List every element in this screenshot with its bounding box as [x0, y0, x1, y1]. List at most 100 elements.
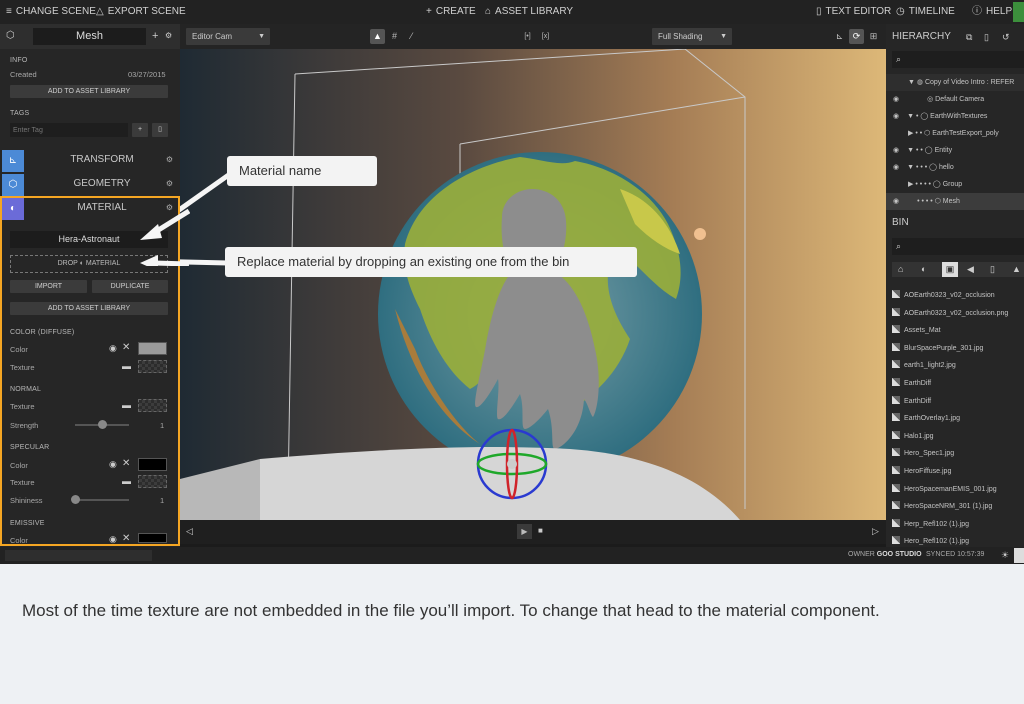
duplicate-icon[interactable]: ⧉	[966, 32, 972, 43]
bin-item[interactable]: Halo1.jpg	[892, 428, 1024, 445]
bin-item[interactable]: AOEarth0323_v02_occlusion.png	[892, 305, 1024, 322]
shininess-value[interactable]: 1	[160, 496, 164, 505]
brush-icon[interactable]: ⁄	[404, 29, 419, 44]
hierarchy-item[interactable]: ◉ ◎ Default Camera	[886, 91, 1024, 108]
sound-filter-icon[interactable]: ◀	[967, 264, 974, 275]
theme-toggle[interactable]	[1014, 548, 1024, 563]
material-filter-icon[interactable]: ◐	[921, 264, 926, 274]
bin-item[interactable]: BlurSpacePurple_301.jpg	[892, 340, 1024, 357]
material-add-to-asset-library-button[interactable]: ADD TO ASSET LIBRARY	[10, 302, 168, 315]
strength-slider-handle[interactable]	[98, 420, 107, 429]
bin-item[interactable]: Herp_Refl102 (1).jpg	[892, 516, 1024, 533]
import-button[interactable]: IMPORT	[10, 280, 87, 293]
script-icon: ▯	[816, 6, 822, 17]
collapse-right-icon[interactable]: ▷	[872, 526, 879, 537]
grid-icon[interactable]: #	[387, 29, 402, 44]
timeline-menu[interactable]: ◷ TIMELINE	[896, 0, 955, 24]
text-editor-menu[interactable]: ▯ TEXT EDITOR	[816, 0, 891, 24]
shading-select[interactable]: Full Shading ▼	[652, 28, 732, 45]
stop-icon[interactable]: ■	[538, 526, 543, 535]
bin-item[interactable]: earth1_light2.jpg	[892, 357, 1024, 374]
rotate-icon[interactable]: ⟳	[849, 29, 864, 44]
eye-icon[interactable]: ◉	[109, 534, 117, 545]
user-avatar[interactable]	[1013, 2, 1024, 22]
spec-texture-label: Texture	[10, 478, 35, 487]
specular-texture-slot[interactable]	[138, 475, 167, 488]
tag-input[interactable]	[10, 123, 128, 137]
bin-item[interactable]: EarthOverlay1.jpg	[892, 410, 1024, 427]
camera-select[interactable]: Editor Cam ▼	[186, 28, 270, 45]
entity-filter-icon[interactable]: ⌂	[898, 264, 903, 274]
help-menu[interactable]: ⓘ HELP	[972, 0, 1012, 24]
add-tag-button[interactable]: +	[132, 123, 148, 137]
bin-item[interactable]: Hero_Spec1.jpg	[892, 445, 1024, 462]
bin-item[interactable]: EarthDiff	[892, 375, 1024, 392]
entity-name-field[interactable]: Mesh	[33, 28, 146, 45]
bracket-right-button[interactable]: [x]	[538, 29, 553, 44]
add-component-icon[interactable]: +	[152, 30, 158, 42]
play-icon[interactable]: ▶	[517, 524, 532, 539]
transform-section-header[interactable]: TRANSFORM ⚙	[24, 149, 180, 171]
close-icon[interactable]: ✕	[122, 458, 130, 469]
hierarchy-item[interactable]: ◉ ▼ • • ◯ Entity	[886, 142, 1024, 159]
folder-icon[interactable]: ▬	[122, 361, 131, 371]
scene-viewport[interactable]	[180, 49, 886, 520]
hierarchy-item[interactable]: ▶ • • • • ◯ Group	[886, 176, 1024, 193]
undo-icon[interactable]: ↺	[1002, 32, 1010, 43]
close-icon[interactable]: ✕	[122, 533, 130, 544]
add-to-asset-library-button[interactable]: ADD TO ASSET LIBRARY	[10, 85, 168, 98]
bin-item[interactable]: HeroFiffuse.jpg	[892, 463, 1024, 480]
bracket-left-button[interactable]: [•]	[520, 29, 535, 44]
hierarchy-item[interactable]: ▼ ◍ Copy of Video Intro : REFER	[886, 74, 1024, 91]
shininess-slider-handle[interactable]	[71, 495, 80, 504]
normal-texture-slot[interactable]	[138, 399, 167, 412]
specular-color-swatch[interactable]	[138, 458, 167, 471]
delete-tag-button[interactable]: ▯	[152, 123, 168, 137]
axis-icon[interactable]: ⊾	[832, 29, 847, 44]
gear-icon[interactable]: ⚙	[165, 31, 172, 40]
bin-item[interactable]: EarthDiff	[892, 393, 1024, 410]
geometry-tab-icon[interactable]: ⬡	[2, 174, 24, 196]
transform-tab-icon[interactable]: ⊾	[2, 150, 24, 172]
image-filter-icon[interactable]: ▲	[1012, 264, 1021, 274]
strength-value[interactable]: 1	[160, 421, 164, 430]
export-scene-menu[interactable]: △ EXPORT SCENE	[96, 0, 186, 24]
hierarchy-item[interactable]: ▶ • • ⬡ EarthTestExport_poly	[886, 125, 1024, 142]
emissive-color-swatch[interactable]	[138, 533, 167, 543]
asset-library-menu[interactable]: ⌂ ASSET LIBRARY	[485, 0, 573, 24]
settings-icon[interactable]: ☀	[1001, 550, 1009, 561]
hierarchy-search-input[interactable]: ⌕	[892, 51, 1024, 68]
spec-color-label: Color	[10, 461, 28, 470]
create-menu[interactable]: + CREATE	[426, 0, 476, 24]
geometry-section-header[interactable]: GEOMETRY ⚙	[24, 173, 180, 195]
texture-filter-icon[interactable]: ▣	[942, 262, 958, 277]
bin-search-input[interactable]: ⌕	[892, 238, 1024, 255]
gear-icon[interactable]: ⚙	[166, 173, 173, 195]
eye-icon[interactable]: ◉	[109, 459, 117, 470]
folder-icon[interactable]: ▬	[122, 476, 131, 486]
bin-item[interactable]: AOEarth0323_v02_occlusion	[892, 287, 1024, 304]
bin-item[interactable]: HeroSpacemanEMIS_001.jpg	[892, 481, 1024, 498]
layout-icon[interactable]: ⊞	[866, 29, 881, 44]
landscape-icon[interactable]: ▲	[370, 29, 385, 44]
hierarchy-item-selected[interactable]: ◉ • • • • ⬡ Mesh	[886, 193, 1024, 210]
script-filter-icon[interactable]: ▯	[990, 264, 995, 275]
trash-icon[interactable]: ▯	[984, 32, 989, 43]
bin-item[interactable]: HeroSpaceNRM_301 (1).jpg	[892, 498, 1024, 515]
eye-icon[interactable]: ◉	[109, 343, 117, 354]
hierarchy-item[interactable]: ◉ ▼ • • • ◯ hello	[886, 159, 1024, 176]
hierarchy-item[interactable]: ◉ ▼ • ◯ EarthWithTextures	[886, 108, 1024, 125]
diffuse-color-swatch[interactable]	[138, 342, 167, 355]
bin-item[interactable]: Assets_Mat	[892, 322, 1024, 339]
console-input[interactable]	[5, 550, 152, 561]
collapse-left-icon[interactable]: ◁	[186, 526, 193, 537]
collapsed-arrow-icon: ▶	[908, 130, 914, 137]
duplicate-button[interactable]: DUPLICATE	[92, 280, 168, 293]
folder-icon[interactable]: ▬	[122, 400, 131, 410]
gear-icon[interactable]: ⚙	[166, 149, 173, 171]
shininess-slider-track[interactable]	[75, 499, 129, 501]
close-icon[interactable]: ✕	[122, 342, 130, 353]
change-scene-menu[interactable]: ≡ CHANGE SCENE	[6, 0, 96, 24]
texture-icon	[892, 483, 900, 492]
diffuse-texture-slot[interactable]	[138, 360, 167, 373]
